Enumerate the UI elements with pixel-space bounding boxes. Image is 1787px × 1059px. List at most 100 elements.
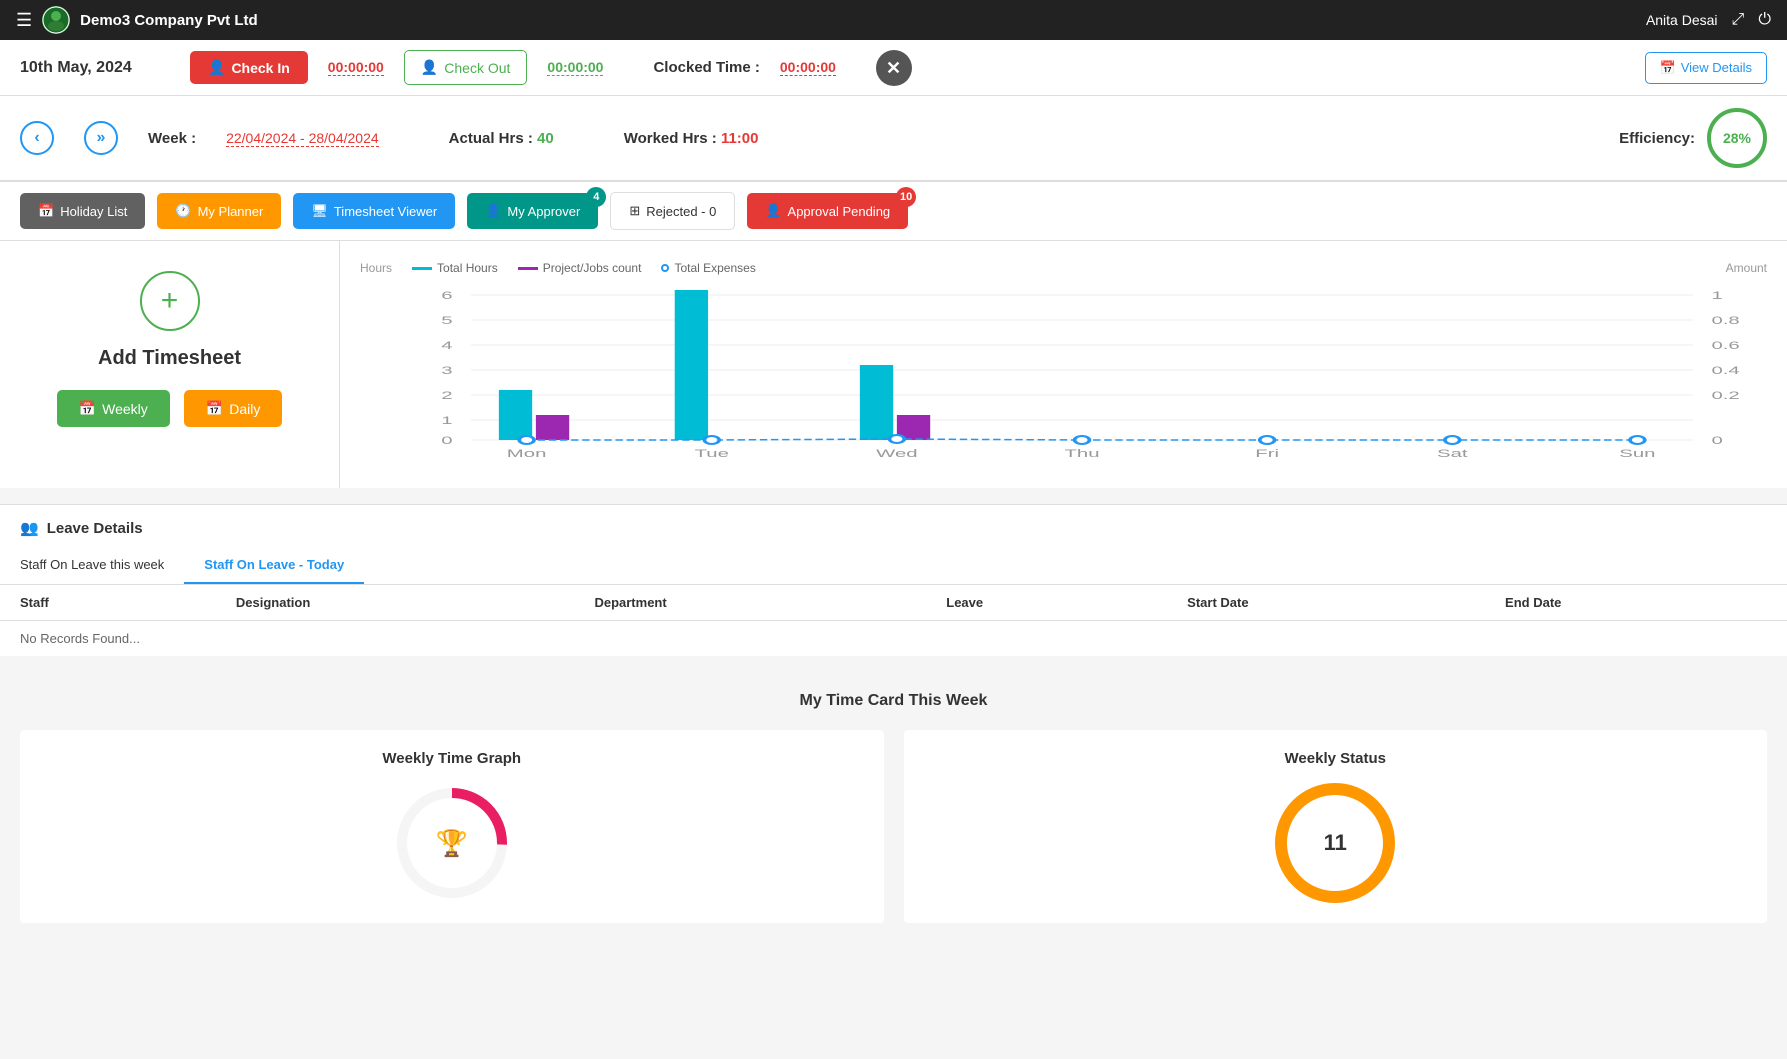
no-records-row: No Records Found... (0, 621, 1787, 657)
timecard-section: My Time Card This Week Weekly Time Graph… (0, 672, 1787, 943)
person-icon: 👤 (485, 203, 501, 219)
close-button[interactable]: ✕ (876, 50, 912, 86)
add-timesheet-title: Add Timesheet (98, 347, 241, 370)
clocked-time: 00:00:00 (780, 59, 836, 76)
worked-hrs-value: 11:00 (721, 130, 759, 147)
bar-chart: 6 5 4 3 2 1 0 1 0.8 0.6 0.4 0.2 0 Mon (360, 285, 1767, 465)
efficiency-section: Efficiency: 28% (1619, 108, 1767, 168)
grid-icon: ⊞ (629, 203, 640, 219)
view-details-button[interactable]: 📅 View Details (1645, 52, 1767, 84)
timecard-grid: Weekly Time Graph 🏆 Weekly Status 11 (20, 730, 1767, 923)
svg-text:5: 5 (441, 315, 452, 327)
add-timesheet-button[interactable]: + (140, 271, 200, 331)
svg-text:Fri: Fri (1255, 448, 1279, 460)
weekly-time-graph-donut: 🏆 (40, 783, 864, 903)
leave-table-header: Staff Designation Department Leave Start… (0, 585, 1787, 621)
my-approver-button[interactable]: 👤 My Approver 4 (467, 193, 598, 229)
weekly-status-card: Weekly Status 11 (904, 730, 1768, 923)
timecard-title: My Time Card This Week (20, 692, 1767, 710)
table-header-row: Staff Designation Department Leave Start… (0, 585, 1787, 621)
timesheet-viewer-button[interactable]: 🖥 Timesheet Viewer (293, 193, 455, 229)
approver-badge: 4 (586, 187, 606, 207)
approval-pending-button[interactable]: 👤 Approval Pending 10 (747, 193, 908, 229)
hours-axis-label: Hours (360, 261, 392, 275)
svg-text:2: 2 (441, 390, 452, 402)
holiday-list-button[interactable]: 📅 Holiday List (20, 193, 145, 229)
svg-text:4: 4 (441, 340, 452, 352)
col-start-date: Start Date (1167, 585, 1485, 621)
efficiency-circle: 28% (1707, 108, 1767, 168)
svg-text:0.4: 0.4 (1711, 365, 1739, 377)
svg-text:0.6: 0.6 (1711, 340, 1739, 352)
actual-hrs-label: Actual Hrs : 40 (449, 130, 554, 147)
weekly-time-graph-title: Weekly Time Graph (40, 750, 864, 767)
clocked-label: Clocked Time : (653, 59, 759, 76)
week-label: Week : (148, 130, 196, 147)
svg-text:3: 3 (441, 365, 452, 377)
purple-legend-color (518, 267, 538, 270)
leave-tabs: Staff On Leave this week Staff On Leave … (0, 547, 1787, 585)
prev-week-button[interactable]: ‹ (20, 121, 54, 155)
leave-title: Leave Details (47, 520, 143, 537)
week-range: 22/04/2024 - 28/04/2024 (226, 130, 379, 147)
svg-text:Sat: Sat (1437, 448, 1468, 460)
svg-text:6: 6 (441, 290, 452, 302)
monitor-icon: 🖥 (311, 203, 328, 219)
leave-table: Staff Designation Department Leave Start… (0, 585, 1787, 656)
expand-icon[interactable]: ⤢ (1732, 11, 1745, 29)
user-name: Anita Desai (1646, 12, 1718, 28)
col-end-date: End Date (1485, 585, 1787, 621)
blue-dot-legend (661, 264, 669, 272)
leave-table-body: No Records Found... (0, 621, 1787, 657)
top-nav-right: Anita Desai ⤢ ⏻ (1646, 11, 1771, 29)
next-week-button[interactable]: » (84, 121, 118, 155)
svg-text:Tue: Tue (695, 448, 729, 460)
actual-hrs-value: 40 (537, 130, 554, 147)
daily-button[interactable]: 📅 Daily (184, 390, 283, 427)
svg-text:0.2: 0.2 (1711, 390, 1739, 402)
calendar-icon: 📅 (206, 400, 223, 417)
col-department: Department (574, 585, 926, 621)
svg-text:1: 1 (441, 415, 452, 427)
calendar-icon: 📅 (38, 203, 54, 219)
checkout-time: 00:00:00 (547, 59, 603, 76)
company-logo (42, 6, 70, 34)
tab-staff-on-leave-week[interactable]: Staff On Leave this week (0, 547, 184, 584)
checkin-icon: 👤 (208, 59, 225, 76)
no-records-cell: No Records Found... (0, 621, 1787, 657)
efficiency-label: Efficiency: (1619, 130, 1695, 147)
timesheet-type-buttons: 📅 Weekly 📅 Daily (57, 390, 283, 427)
trophy-icon: 🏆 (436, 828, 468, 859)
action-bar: 📅 Holiday List 🕐 My Planner 🖥 Timesheet … (0, 182, 1787, 241)
svg-text:Sun: Sun (1619, 448, 1655, 460)
current-date: 10th May, 2024 (20, 59, 170, 77)
power-icon[interactable]: ⏻ (1758, 11, 1771, 29)
legend-project-jobs: Project/Jobs count (518, 261, 642, 275)
checkout-button[interactable]: 👤 Check Out (404, 50, 528, 85)
divider2 (0, 656, 1787, 664)
weekly-button[interactable]: 📅 Weekly (57, 390, 170, 427)
legend-total-expenses: Total Expenses (661, 261, 755, 275)
svg-text:Thu: Thu (1064, 448, 1099, 460)
teal-legend-color (412, 267, 432, 270)
chart-legend: Hours Total Hours Project/Jobs count Tot… (360, 261, 1767, 275)
clock-icon: 🕐 (175, 203, 191, 219)
col-designation: Designation (216, 585, 575, 621)
hamburger-icon[interactable]: ☰ (16, 10, 32, 31)
svg-text:0.8: 0.8 (1711, 315, 1739, 327)
rejected-button[interactable]: ⊞ Rejected - 0 (610, 192, 735, 230)
col-staff: Staff (0, 585, 216, 621)
checkout-icon: 👤 (421, 59, 438, 76)
legend-total-hours: Total Hours (412, 261, 498, 275)
my-planner-button[interactable]: 🕐 My Planner (157, 193, 281, 229)
leave-header: 👥 Leave Details (0, 505, 1787, 537)
add-timesheet-panel: + Add Timesheet 📅 Weekly 📅 Daily (0, 241, 340, 488)
leave-section: 👥 Leave Details Staff On Leave this week… (0, 504, 1787, 656)
top-nav: ☰ Demo3 Company Pvt Ltd Anita Desai ⤢ ⏻ (0, 0, 1787, 40)
divider (0, 488, 1787, 496)
checkin-button[interactable]: 👤 Check In (190, 51, 308, 84)
weekly-time-graph-card: Weekly Time Graph 🏆 (20, 730, 884, 923)
tab-staff-on-leave-today[interactable]: Staff On Leave - Today (184, 547, 364, 584)
calendar-icon: 📅 (79, 400, 96, 417)
amount-axis-label: Amount (1726, 261, 1767, 275)
